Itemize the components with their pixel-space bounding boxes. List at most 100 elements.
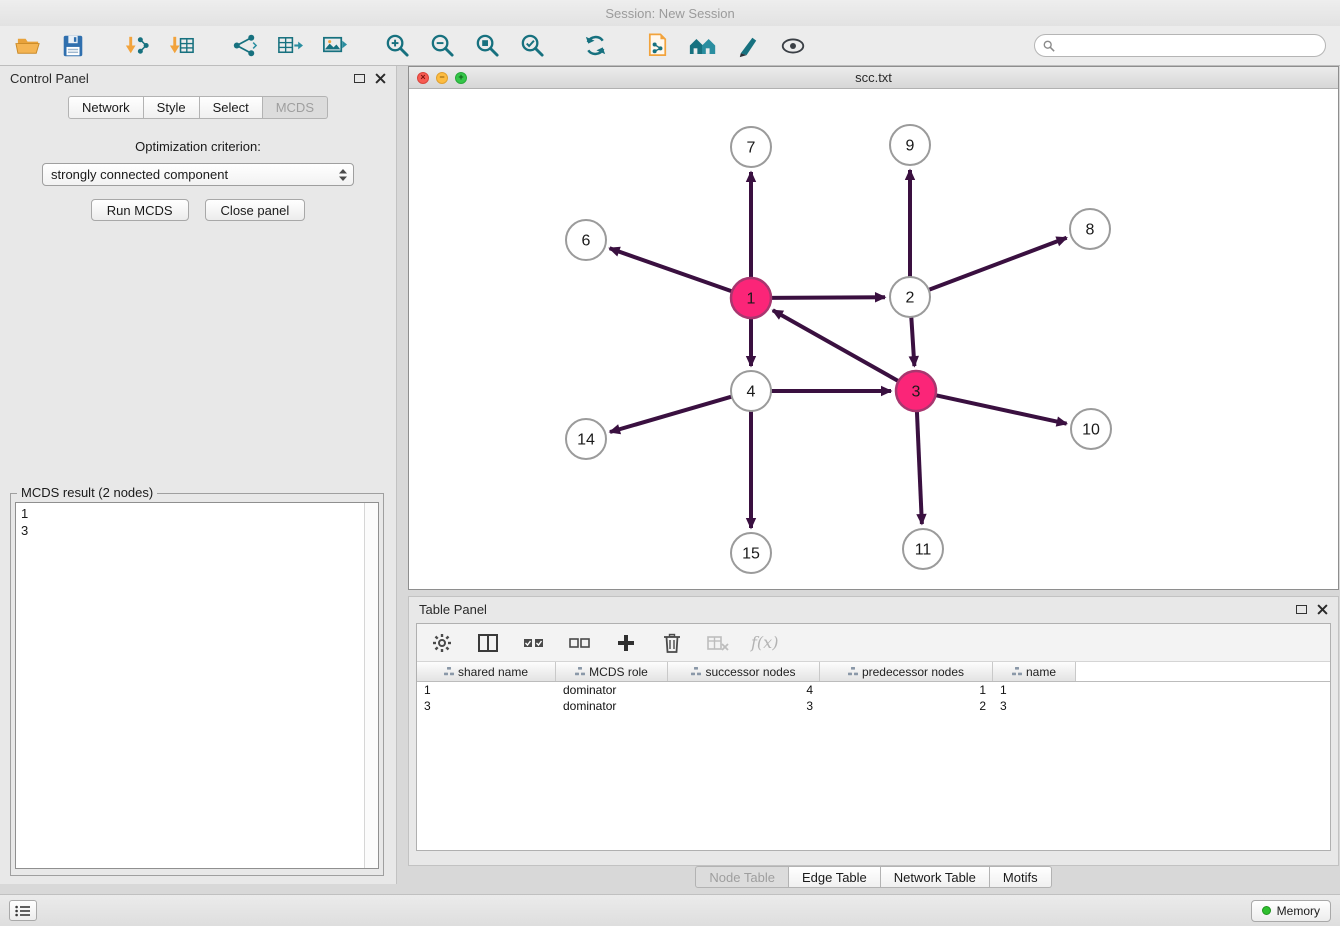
refresh-icon — [582, 32, 609, 59]
tab-node-table[interactable]: Node Table — [695, 866, 789, 888]
eye-icon — [779, 34, 807, 58]
mcds-result-title: MCDS result (2 nodes) — [17, 485, 157, 500]
column-header-shared-name[interactable]: shared name — [417, 662, 556, 681]
table-cell[interactable]: dominator — [556, 682, 668, 698]
column-header-mcds-role[interactable]: MCDS role — [556, 662, 668, 681]
tab-motifs[interactable]: Motifs — [990, 866, 1052, 888]
graph-edge-2-8[interactable] — [929, 238, 1067, 290]
network-window-titlebar[interactable]: × − + scc.txt — [409, 67, 1338, 89]
zoom-selected-button[interactable] — [514, 29, 550, 63]
table-row[interactable]: 3dominator323 — [417, 698, 1330, 714]
export-image-button[interactable] — [316, 29, 352, 63]
table-cell[interactable]: 1 — [417, 682, 556, 698]
graph-node-10[interactable]: 10 — [1071, 409, 1111, 449]
window-close-icon[interactable]: × — [417, 72, 429, 84]
tab-edge-table[interactable]: Edge Table — [789, 866, 881, 888]
run-mcds-button[interactable]: Run MCDS — [91, 199, 189, 221]
graph-node-7[interactable]: 7 — [731, 127, 771, 167]
tab-network[interactable]: Network — [68, 96, 144, 119]
save-session-button[interactable] — [55, 29, 91, 63]
import-network-button[interactable] — [118, 29, 154, 63]
graph-edge-1-6[interactable] — [610, 248, 733, 291]
svg-text:2: 2 — [906, 290, 915, 307]
table-cell[interactable]: 1 — [820, 682, 993, 698]
network-window-title: scc.txt — [855, 70, 892, 85]
gear-icon — [432, 633, 452, 653]
graph-edge-4-14[interactable] — [610, 397, 732, 432]
table-cell[interactable]: 4 — [668, 682, 820, 698]
result-scrollbar[interactable] — [364, 503, 378, 868]
share-network-button[interactable] — [226, 29, 262, 63]
export-table-button[interactable] — [271, 29, 307, 63]
network-view-window: × − + scc.txt 7 9 6 8 1 2 4 3 14 10 15 11 — [408, 66, 1339, 590]
window-zoom-icon[interactable]: + — [455, 72, 467, 84]
table-cell[interactable]: 3 — [668, 698, 820, 714]
mcds-result-groupbox: MCDS result (2 nodes) 13 — [10, 493, 384, 876]
open-session-button[interactable] — [10, 29, 46, 63]
search-input[interactable] — [1060, 38, 1317, 53]
import-table-button[interactable] — [163, 29, 199, 63]
window-minimize-icon[interactable]: − — [436, 72, 448, 84]
close-table-panel-icon[interactable] — [1317, 604, 1328, 615]
graph-node-9[interactable]: 9 — [890, 125, 930, 165]
graph-node-3[interactable]: 3 — [896, 371, 936, 411]
graph-edge-3-1[interactable] — [773, 310, 899, 381]
table-cell[interactable]: 1 — [993, 682, 1076, 698]
table-cell[interactable]: 3 — [993, 698, 1076, 714]
float-panel-icon[interactable] — [354, 74, 365, 83]
delete-table-icon — [707, 635, 729, 651]
graph-node-8[interactable]: 8 — [1070, 209, 1110, 249]
table-cell[interactable]: dominator — [556, 698, 668, 714]
zoom-out-button[interactable] — [424, 29, 460, 63]
graph-node-15[interactable]: 15 — [731, 533, 771, 573]
column-header-label: name — [1026, 665, 1056, 679]
toggle-graphics-details-button[interactable] — [775, 29, 811, 63]
graph-edge-3-10[interactable] — [936, 395, 1067, 424]
table-row[interactable]: 1dominator411 — [417, 682, 1330, 698]
optimization-criterion-dropdown[interactable]: strongly connected component — [42, 163, 354, 186]
graph-node-14[interactable]: 14 — [566, 419, 606, 459]
float-table-panel-icon[interactable] — [1296, 605, 1307, 614]
tab-style[interactable]: Style — [144, 96, 200, 119]
tab-network-table[interactable]: Network Table — [881, 866, 990, 888]
table-cell[interactable]: 3 — [417, 698, 556, 714]
tab-mcds[interactable]: MCDS — [263, 96, 328, 119]
style-brush-button[interactable] — [730, 29, 766, 63]
memory-button[interactable]: Memory — [1251, 900, 1331, 922]
column-header-name[interactable]: name — [993, 662, 1076, 681]
column-header-successor-nodes[interactable]: successor nodes — [668, 662, 820, 681]
table-body: 1dominator4113dominator323 — [417, 682, 1330, 714]
close-panel-icon[interactable] — [375, 73, 386, 84]
graph-node-2[interactable]: 2 — [890, 277, 930, 317]
plus-icon — [617, 634, 635, 652]
paste-network-button[interactable] — [640, 29, 676, 63]
zoom-fit-button[interactable] — [469, 29, 505, 63]
task-history-button[interactable] — [9, 900, 37, 921]
toggle-columns-button[interactable] — [475, 630, 501, 656]
table-cell[interactable]: 2 — [820, 698, 993, 714]
graph-node-4[interactable]: 4 — [731, 371, 771, 411]
select-all-button[interactable] — [521, 630, 547, 656]
add-column-button[interactable] — [613, 630, 639, 656]
paste-network-icon — [645, 32, 672, 59]
graph-edge-1-2[interactable] — [771, 297, 885, 298]
table-settings-button[interactable] — [429, 630, 455, 656]
zoom-in-button[interactable] — [379, 29, 415, 63]
tab-select[interactable]: Select — [200, 96, 263, 119]
graph-edge-2-3[interactable] — [911, 317, 914, 366]
deselect-all-button[interactable] — [567, 630, 593, 656]
mcds-result-area[interactable]: 13 — [15, 502, 379, 869]
graph-node-11[interactable]: 11 — [903, 529, 943, 569]
memory-label: Memory — [1277, 904, 1320, 918]
graph-node-1[interactable]: 1 — [731, 278, 771, 318]
analyzer-button[interactable] — [685, 29, 721, 63]
column-header-predecessor-nodes[interactable]: predecessor nodes — [820, 662, 993, 681]
svg-text:3: 3 — [912, 384, 921, 401]
network-canvas[interactable]: 7 9 6 8 1 2 4 3 14 10 15 11 — [409, 89, 1338, 589]
search-field[interactable] — [1034, 34, 1326, 57]
delete-column-button[interactable] — [659, 630, 685, 656]
refresh-view-button[interactable] — [577, 29, 613, 63]
graph-edge-3-11[interactable] — [917, 411, 922, 524]
close-panel-button[interactable]: Close panel — [205, 199, 306, 221]
graph-node-6[interactable]: 6 — [566, 220, 606, 260]
